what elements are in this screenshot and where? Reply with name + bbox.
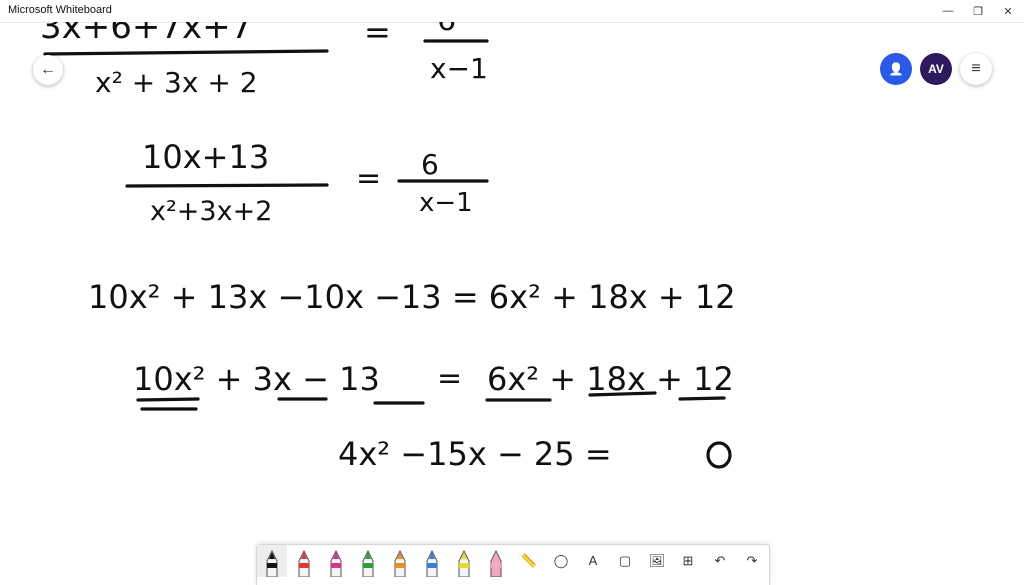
- close-button[interactable]: ✕: [992, 0, 1024, 22]
- eq2-denominator: x²+3x+2: [150, 196, 272, 227]
- pen-magenta-tool[interactable]: [321, 545, 351, 577]
- note-icon[interactable]: ▢: [610, 553, 640, 569]
- ink-layer: 3x+6+7x+7 x² + 3x + 2 = 6 x−1 10x+13 x²+…: [40, 22, 736, 473]
- pen-icon: [362, 549, 374, 577]
- pen-icon: [458, 549, 470, 577]
- lasso-icon[interactable]: ◯: [546, 553, 576, 569]
- pen-icon: [298, 549, 310, 577]
- whiteboard-canvas[interactable]: 3x+6+7x+7 x² + 3x + 2 = 6 x−1 10x+13 x²+…: [0, 22, 1024, 576]
- pen-icon: [426, 549, 438, 577]
- eq1-denominator: x² + 3x + 2: [95, 66, 258, 99]
- pen-blue-tool[interactable]: [417, 545, 447, 577]
- eq3-line: 10x² + 13x −10x −13 = 6x² + 18x + 12: [88, 278, 736, 316]
- person-icon: 👤: [888, 62, 904, 76]
- title-bar: Microsoft Whiteboard — ❐ ✕: [0, 0, 1024, 23]
- hamburger-icon: ≡: [971, 60, 981, 77]
- eq2-rhs-numerator: 6: [421, 148, 439, 181]
- eq5-line: 4x² −15x − 25 =: [338, 435, 612, 473]
- pen-icon: [330, 549, 342, 577]
- eq1-rhs-numerator: 6: [437, 22, 456, 38]
- eq1-rhs-denominator: x−1: [430, 52, 488, 85]
- eq1-numerator: 3x+6+7x+7: [40, 22, 252, 47]
- underline-18x: [588, 391, 657, 397]
- eq1-equals: =: [364, 22, 391, 51]
- underline-12: [678, 396, 726, 401]
- pen-icon: [490, 549, 502, 577]
- app-title: Microsoft Whiteboard: [8, 4, 112, 16]
- maximize-button[interactable]: ❐: [962, 0, 994, 22]
- avatar[interactable]: AV: [920, 53, 952, 85]
- back-button[interactable]: ←: [33, 55, 63, 85]
- image-icon[interactable]: 🖼: [642, 553, 672, 569]
- eq2-rhs-denominator: x−1: [419, 188, 473, 218]
- eq4-equals: =: [437, 361, 462, 396]
- add-icon[interactable]: ⊞: [673, 553, 703, 569]
- share-button[interactable]: 👤: [880, 53, 912, 85]
- eq4-right: 6x² + 18x + 12: [487, 360, 734, 398]
- eq2-equals: =: [356, 161, 381, 196]
- eq2-numerator: 10x+13: [142, 138, 269, 176]
- eq5-rhs-zero: [706, 441, 732, 469]
- eq1-fraction-bar: [43, 49, 329, 56]
- redo-icon[interactable]: ↷: [737, 553, 767, 569]
- pen-icon: [266, 549, 278, 577]
- eq2-fraction-bar: [125, 183, 329, 188]
- arrow-left-icon: ←: [40, 61, 56, 78]
- text-icon[interactable]: A: [578, 553, 608, 568]
- eq4-left: 10x² + 3x − 13: [133, 360, 380, 398]
- pen-green-tool[interactable]: [353, 545, 383, 577]
- inking-toolbar: 📏 ◯ A ▢ 🖼 ⊞ ↶ ↷: [256, 544, 770, 585]
- minimize-button[interactable]: —: [932, 0, 964, 22]
- ruler-icon[interactable]: 📏: [514, 553, 544, 569]
- underline-10x2: [136, 397, 200, 402]
- highlighter-tool[interactable]: [449, 545, 479, 577]
- pen-black-tool[interactable]: [257, 545, 287, 577]
- pen-icon: [394, 549, 406, 577]
- undo-icon[interactable]: ↶: [705, 553, 735, 569]
- pen-orange-tool[interactable]: [385, 545, 415, 577]
- pen-red-tool[interactable]: [289, 545, 319, 577]
- eraser-tool[interactable]: [481, 545, 511, 577]
- settings-menu-button[interactable]: ≡: [960, 53, 992, 85]
